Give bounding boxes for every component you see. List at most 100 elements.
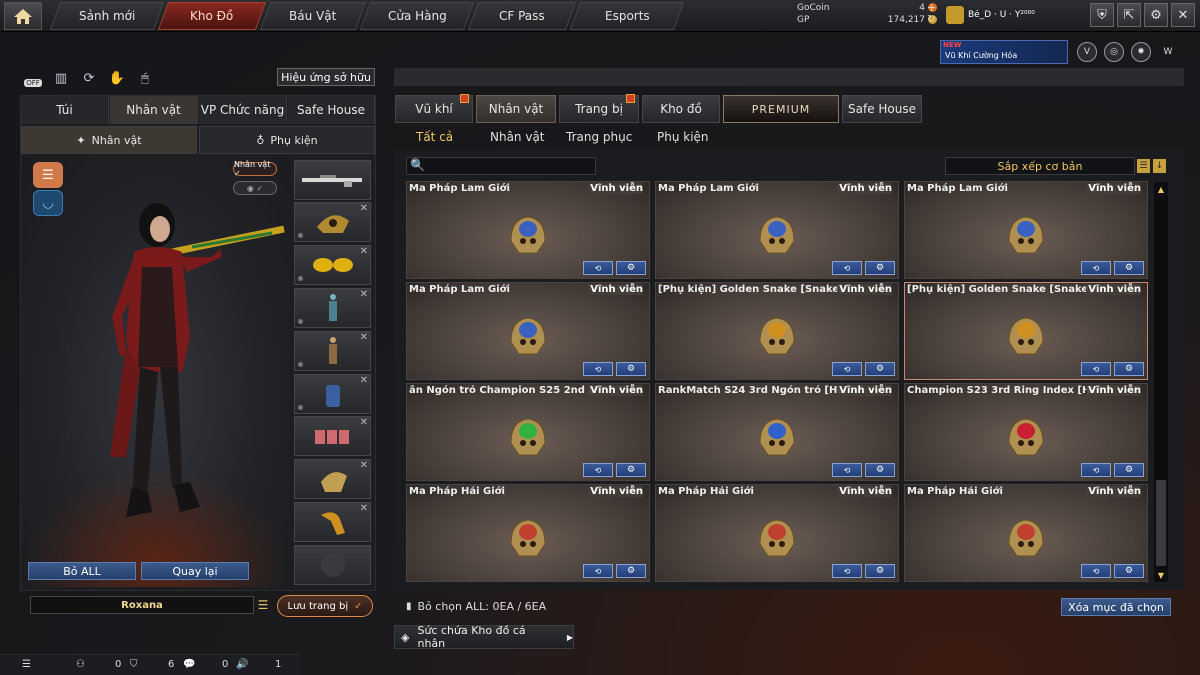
tab-safe-house[interactable]: Safe House xyxy=(288,96,375,124)
tab-character[interactable]: Nhân vật xyxy=(110,96,198,124)
list-view-icon[interactable]: ☰ xyxy=(1137,159,1150,173)
item-card[interactable]: Ma Pháp Lam Giới Vĩnh viễn ⟲ ⚙ xyxy=(406,282,650,380)
tab-bag[interactable]: Túi xyxy=(21,96,109,124)
item-card[interactable]: [Phụ kiện] Golden Snake [Snake] Vĩnh viễn… xyxy=(904,282,1148,380)
tab-esports[interactable]: Esports xyxy=(569,2,685,30)
equip-slot-goggles[interactable]: ✕ xyxy=(294,245,371,285)
volume-icon[interactable]: 🔊 xyxy=(236,657,248,671)
remove-icon[interactable]: ✕ xyxy=(360,375,368,386)
tab-shop[interactable]: Cửa Hàng xyxy=(359,2,475,30)
event-icon-4[interactable]: W xyxy=(1158,42,1178,62)
gear-icon[interactable]: ⚙ xyxy=(865,564,895,578)
promo-banner[interactable]: NEW Vũ Khí Cường Hóa xyxy=(940,40,1068,64)
item-action-icon[interactable]: ⟲ xyxy=(583,362,613,376)
item-card[interactable]: Ma Pháp Hải Giới Vĩnh viễn ⟲ ⚙ xyxy=(655,484,899,582)
filter-accessory[interactable]: Phụ kiện xyxy=(657,130,709,146)
character-preview[interactable] xyxy=(22,157,290,587)
tab-inventory[interactable]: Kho Đồ xyxy=(157,2,267,30)
stats-icon[interactable]: ▥ xyxy=(50,68,72,88)
shield-icon[interactable]: ⛨ xyxy=(1090,3,1114,27)
pose-icon[interactable]: ✋ xyxy=(106,68,128,88)
subtab-character[interactable]: ✦ Nhân vật xyxy=(21,126,197,154)
equip-slot-backpack[interactable]: ✕ xyxy=(294,374,371,414)
item-card[interactable]: RankMatch S24 3rd Ngón trỏ [Hawk] Vĩnh vi… xyxy=(655,383,899,481)
tab-vp-function[interactable]: VP Chức năng xyxy=(199,96,287,124)
equip-slot-armor[interactable]: ✕ xyxy=(294,288,371,328)
off-toggle-icon[interactable]: OFF xyxy=(22,68,44,88)
gear-icon[interactable]: ⚙ xyxy=(865,362,895,376)
item-card[interactable]: [Phụ kiện] Golden Snake [Snake] Vĩnh viễn… xyxy=(655,282,899,380)
scroll-thumb[interactable] xyxy=(1156,480,1166,566)
item-card[interactable]: Ma Pháp Hải Giới Vĩnh viễn ⟲ ⚙ xyxy=(904,484,1148,582)
mouse-icon[interactable]: 🖱 xyxy=(134,68,156,88)
remove-icon[interactable]: ✕ xyxy=(360,203,368,214)
ownership-effects-button[interactable]: Hiệu ứng sở hữu xyxy=(277,68,375,86)
equip-slot-empty[interactable] xyxy=(294,545,371,585)
equip-slot-weapon[interactable] xyxy=(294,160,371,200)
item-card[interactable]: Champion S23 3rd Ring Index [Hawk]Vĩnh v… xyxy=(904,383,1148,481)
tab-safe-house-right[interactable]: Safe House xyxy=(842,95,922,123)
mask-mode-icon[interactable]: ◡ xyxy=(33,190,63,216)
tab-lobby[interactable]: Sảnh mới xyxy=(49,2,165,30)
remove-icon[interactable]: ✕ xyxy=(360,503,368,514)
gear-icon[interactable]: ⚙ xyxy=(1144,3,1168,27)
remove-icon[interactable]: ✕ xyxy=(360,332,368,343)
remove-icon[interactable]: ✕ xyxy=(360,417,368,428)
add-currency-button[interactable]: + xyxy=(927,1,936,14)
gear-icon[interactable]: ⚙ xyxy=(616,261,646,275)
tab-storage[interactable]: Kho đồ xyxy=(642,95,720,123)
search-input[interactable] xyxy=(406,157,596,175)
gear-icon[interactable]: ⚙ xyxy=(1114,362,1144,376)
character-toggle[interactable]: Nhân vật ✓ xyxy=(233,160,277,178)
item-action-icon[interactable]: ⟲ xyxy=(832,261,862,275)
subtab-accessory[interactable]: ♁ Phụ kiện xyxy=(199,126,375,154)
gear-icon[interactable]: ⚙ xyxy=(865,463,895,477)
filter-all[interactable]: Tất cả xyxy=(416,130,453,146)
character-mode-icon[interactable]: ☰ xyxy=(33,162,63,188)
gear-icon[interactable]: ⚙ xyxy=(1114,463,1144,477)
equip-slot-ring[interactable]: ✕ xyxy=(294,459,371,499)
go-back-button[interactable]: Quay lại xyxy=(141,562,249,580)
item-card[interactable]: Ma Pháp Lam Giới Vĩnh viễn ⟲ ⚙ xyxy=(406,181,650,279)
event-icon-2[interactable]: ◎ xyxy=(1104,42,1124,62)
equip-slot-outfit[interactable]: ✕ xyxy=(294,331,371,371)
gear-icon[interactable]: ⚙ xyxy=(616,564,646,578)
item-action-icon[interactable]: ⟲ xyxy=(1081,261,1111,275)
chat-icon[interactable]: 💬 xyxy=(183,657,195,671)
item-card[interactable]: ẫn Ngón trỏ Champion S25 2nd [Hawk]Vĩnh … xyxy=(406,383,650,481)
reset-all-button[interactable]: Bỏ ALL xyxy=(28,562,136,580)
storage-capacity-button[interactable]: ◈ Sức chứa Kho đồ cá nhân ▶ xyxy=(394,624,574,650)
selection-info[interactable]: ▮ Bỏ chọn ALL: 0EA / 6EA xyxy=(406,597,656,615)
gear-icon[interactable]: ⚙ xyxy=(1114,564,1144,578)
item-card[interactable]: Ma Pháp Hải Giới Vĩnh viễn ⟲ ⚙ xyxy=(406,484,650,582)
item-action-icon[interactable]: ⟲ xyxy=(1081,463,1111,477)
close-icon[interactable]: ✕ xyxy=(1171,3,1195,27)
item-card[interactable]: Ma Pháp Lam Giới Vĩnh viễn ⟲ ⚙ xyxy=(655,181,899,279)
refresh-icon[interactable]: ↻ xyxy=(927,14,935,25)
equip-slot-accessory[interactable]: ✕ xyxy=(294,502,371,542)
item-action-icon[interactable]: ⟲ xyxy=(583,463,613,477)
tab-weapons[interactable]: Vũ khí xyxy=(395,94,473,123)
home-button[interactable] xyxy=(4,2,42,30)
item-action-icon[interactable]: ⟲ xyxy=(583,564,613,578)
rotate-icon[interactable]: ⟳ xyxy=(78,68,100,88)
item-action-icon[interactable]: ⟲ xyxy=(1081,564,1111,578)
filter-character[interactable]: Nhân vật xyxy=(490,130,545,146)
gear-icon[interactable]: ⚙ xyxy=(865,261,895,275)
scroll-up-icon[interactable]: ▲ xyxy=(1155,183,1167,195)
sort-direction-icon[interactable]: ↓ xyxy=(1153,159,1166,173)
item-action-icon[interactable]: ⟲ xyxy=(1081,362,1111,376)
tab-characters[interactable]: Nhân vật xyxy=(476,95,556,123)
gear-icon[interactable]: ⚙ xyxy=(616,463,646,477)
item-action-icon[interactable]: ⟲ xyxy=(832,463,862,477)
event-icon-1[interactable]: V xyxy=(1077,42,1097,62)
tab-premium[interactable]: PREMIUM xyxy=(723,95,839,123)
character-name-field[interactable]: Roxana xyxy=(30,596,254,614)
gear-icon[interactable]: ⚙ xyxy=(1114,261,1144,275)
exit-icon[interactable]: ⇱ xyxy=(1117,3,1141,27)
remove-icon[interactable]: ✕ xyxy=(360,289,368,300)
visibility-toggle[interactable]: ◉ ✓ xyxy=(233,181,277,195)
sort-dropdown[interactable]: Sắp xếp cơ bản xyxy=(945,157,1135,175)
item-action-icon[interactable]: ⟲ xyxy=(832,362,862,376)
gear-icon[interactable]: ⚙ xyxy=(616,362,646,376)
